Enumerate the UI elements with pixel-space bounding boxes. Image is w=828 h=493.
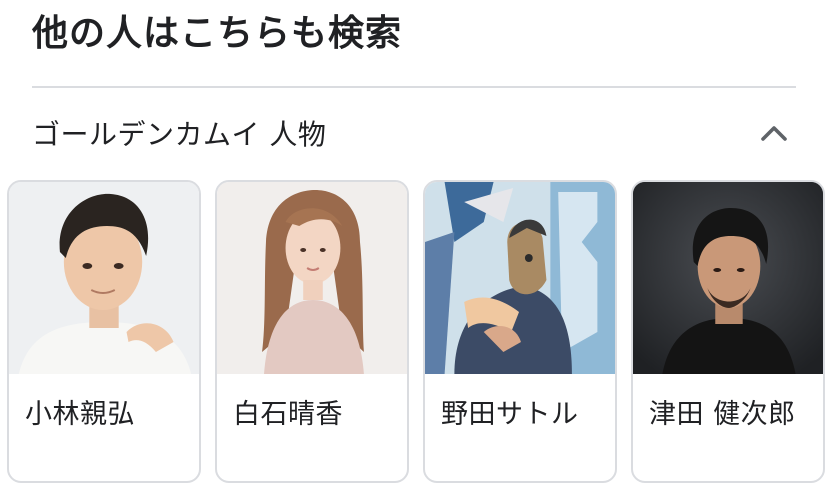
- person-name: 白石晴香: [233, 399, 343, 430]
- section-header-toggle[interactable]: ゴールデンカムイ 人物: [0, 100, 828, 166]
- person-photo: [425, 182, 615, 374]
- person-photo: [217, 182, 407, 374]
- person-name: 小林親弘: [25, 399, 135, 430]
- section-title: ゴールデンカムイ 人物: [32, 118, 327, 151]
- divider: [32, 86, 796, 88]
- person-photo: [9, 182, 199, 374]
- person-card[interactable]: 白石晴香: [215, 180, 409, 483]
- chevron-up-icon[interactable]: [752, 111, 796, 155]
- people-also-search-heading: 他の人はこちらも検索: [32, 13, 403, 54]
- person-card[interactable]: 小林親弘: [7, 180, 201, 483]
- person-card-list: 小林親弘 白石晴香 野田サトル 津田 健次郎: [7, 180, 828, 485]
- search-panel: 他の人はこちらも検索 ゴールデンカムイ 人物 小林親弘 白石晴香 野田サトル 津…: [0, 0, 828, 493]
- person-photo: [633, 182, 823, 374]
- person-card[interactable]: 津田 健次郎: [631, 180, 825, 483]
- person-card[interactable]: 野田サトル: [423, 180, 617, 483]
- person-name: 津田 健次郎: [649, 399, 796, 430]
- person-name: 野田サトル: [441, 399, 579, 430]
